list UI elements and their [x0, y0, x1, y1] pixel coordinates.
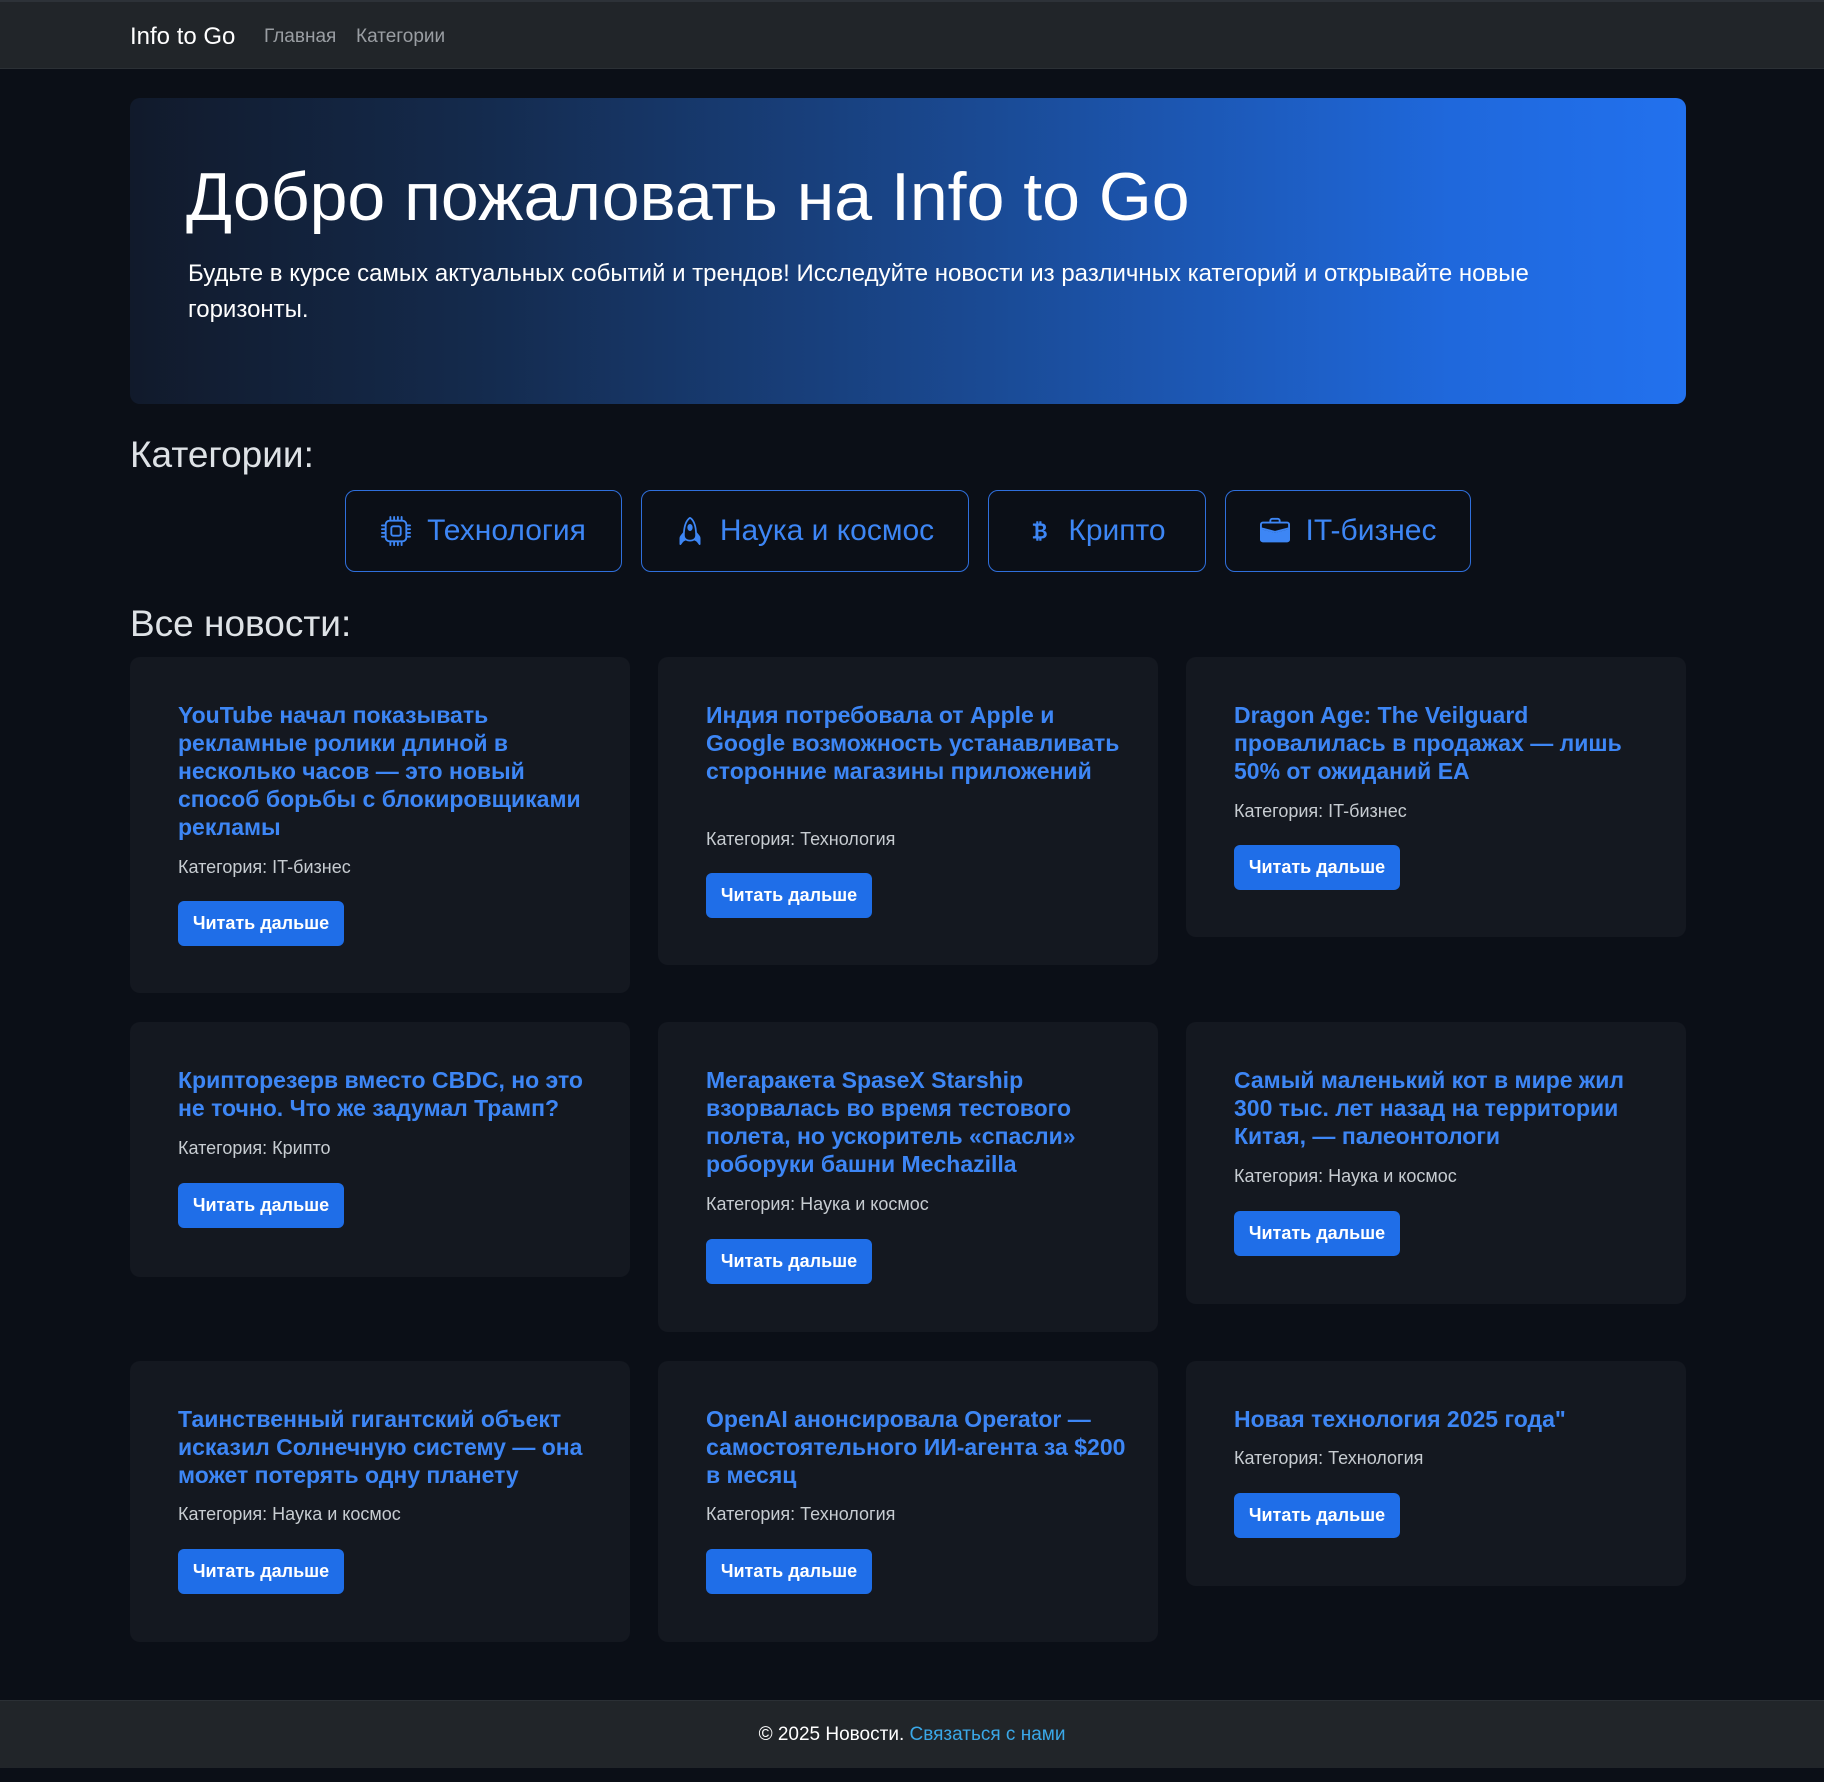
- nav-link-home[interactable]: Главная: [264, 25, 336, 49]
- news-card-title[interactable]: Крипторезерв вместо CBDC, но это не точн…: [178, 1066, 598, 1122]
- category-button-label: Наука и космос: [719, 514, 935, 547]
- copyright-text: © 2025 Новости.: [758, 1724, 910, 1745]
- category-value: Наука и космос: [272, 1504, 401, 1524]
- read-more-button[interactable]: Читать дальше: [178, 1549, 344, 1594]
- read-more-button[interactable]: Читать дальше: [178, 901, 344, 946]
- news-card: Таинственный гигантский объект исказил С…: [130, 1361, 630, 1642]
- news-card-title[interactable]: Новая технология 2025 года": [1234, 1405, 1654, 1433]
- news-card: Крипторезерв вместо CBDC, но это не точн…: [130, 1022, 630, 1277]
- news-card: YouTube начал показывать рекламные ролик…: [130, 657, 630, 993]
- news-heading: Все новости:: [130, 603, 352, 644]
- category-value: Технология: [800, 829, 896, 849]
- hero-lead: Будьте в курсе самых актуальных событий …: [188, 260, 1529, 323]
- read-more-button[interactable]: Читать дальше: [178, 1183, 344, 1228]
- hero-banner: Добро пожаловать на Info to Go Будьте в …: [130, 98, 1686, 404]
- category-value: Наука и космос: [1328, 1166, 1457, 1186]
- category-label: Категория:: [1234, 801, 1324, 821]
- category-button-crypto[interactable]: Крипто: [988, 490, 1206, 572]
- category-value: Технология: [800, 1504, 896, 1524]
- category-label: Категория:: [1234, 1448, 1324, 1468]
- category-value: Технология: [1328, 1448, 1424, 1468]
- read-more-button[interactable]: Читать дальше: [1234, 1493, 1400, 1538]
- news-card-title[interactable]: Таинственный гигантский объект исказил С…: [178, 1405, 598, 1489]
- category-button-science-space[interactable]: Наука и космос: [641, 490, 969, 572]
- briefcase-icon: [1259, 516, 1290, 546]
- news-card-title[interactable]: YouTube начал показывать рекламные ролик…: [178, 701, 598, 841]
- category-button-label: IT-бизнес: [1305, 514, 1437, 547]
- news-card-category: Категория: Технология: [706, 1502, 895, 1526]
- read-more-button[interactable]: Читать дальше: [1234, 845, 1400, 890]
- news-card-category: Категория: IT-бизнес: [178, 855, 351, 879]
- category-value: IT-бизнес: [1328, 801, 1407, 821]
- category-label: Категория:: [178, 1504, 268, 1524]
- hero-title: Добро пожаловать на Info to Go: [186, 159, 1190, 235]
- news-card-category: Категория: Наука и космос: [178, 1502, 401, 1526]
- category-button-it-business[interactable]: IT-бизнес: [1225, 490, 1471, 572]
- brand-link[interactable]: Info to Go: [130, 22, 235, 52]
- category-label: Категория:: [1234, 1166, 1324, 1186]
- category-label: Категория:: [706, 829, 796, 849]
- news-card-category: Категория: Наука и космос: [706, 1192, 929, 1216]
- category-button-label: Технология: [427, 514, 586, 547]
- nav-link-categories[interactable]: Категории: [356, 25, 445, 49]
- contact-link[interactable]: Связаться с нами: [910, 1724, 1066, 1745]
- news-card: Новая технология 2025 года" Категория: Те…: [1186, 1361, 1686, 1586]
- footer: © 2025 Новости. Связаться с нами: [0, 1700, 1824, 1768]
- news-card: Мегаракета SpaseX Starship взорвалась во…: [658, 1022, 1158, 1332]
- read-more-button[interactable]: Читать дальше: [706, 1239, 872, 1284]
- news-card-category: Категория: Крипто: [178, 1136, 331, 1160]
- news-card-category: Категория: Наука и космос: [1234, 1164, 1457, 1188]
- rocket-icon: [676, 516, 704, 546]
- cpu-icon: [381, 516, 412, 546]
- read-more-button[interactable]: Читать дальше: [1234, 1211, 1400, 1256]
- navbar: Info to Go Главная Категории: [0, 0, 1824, 69]
- news-card: Индия потребовала от Apple и Google возм…: [658, 657, 1158, 965]
- news-card-title[interactable]: Индия потребовала от Apple и Google возм…: [706, 701, 1126, 785]
- news-card-category: Категория: Технология: [706, 827, 895, 851]
- category-label: Категория:: [706, 1504, 796, 1524]
- category-button-technology[interactable]: Технология: [345, 490, 622, 572]
- category-value: IT-бизнес: [272, 857, 351, 877]
- news-card: Самый маленький кот в мире жил 300 тыс. …: [1186, 1022, 1686, 1304]
- read-more-button[interactable]: Читать дальше: [706, 1549, 872, 1594]
- news-card-category: Категория: Технология: [1234, 1446, 1423, 1470]
- read-more-button[interactable]: Читать дальше: [706, 873, 872, 918]
- news-card-title[interactable]: Мегаракета SpaseX Starship взорвалась во…: [706, 1066, 1126, 1178]
- category-label: Категория:: [706, 1194, 796, 1214]
- footer-text: © 2025 Новости. Связаться с нами: [0, 1723, 1824, 1747]
- category-label: Категория:: [178, 857, 268, 877]
- category-value: Наука и космос: [800, 1194, 929, 1214]
- bitcoin-icon: [1028, 516, 1052, 546]
- category-label: Категория:: [178, 1138, 268, 1158]
- news-card: OpenAI анонсировала Operator — самостоят…: [658, 1361, 1158, 1642]
- category-button-label: Крипто: [1068, 514, 1166, 547]
- categories-heading: Категории:: [130, 434, 314, 475]
- news-card-title[interactable]: Dragon Age: The Veilguard провалилась в …: [1234, 701, 1654, 785]
- news-card-category: Категория: IT-бизнес: [1234, 799, 1407, 823]
- category-value: Крипто: [272, 1138, 331, 1158]
- news-card: Dragon Age: The Veilguard провалилась в …: [1186, 657, 1686, 937]
- news-card-title[interactable]: Самый маленький кот в мире жил 300 тыс. …: [1234, 1066, 1654, 1150]
- news-card-title[interactable]: OpenAI анонсировала Operator — самостоят…: [706, 1405, 1126, 1489]
